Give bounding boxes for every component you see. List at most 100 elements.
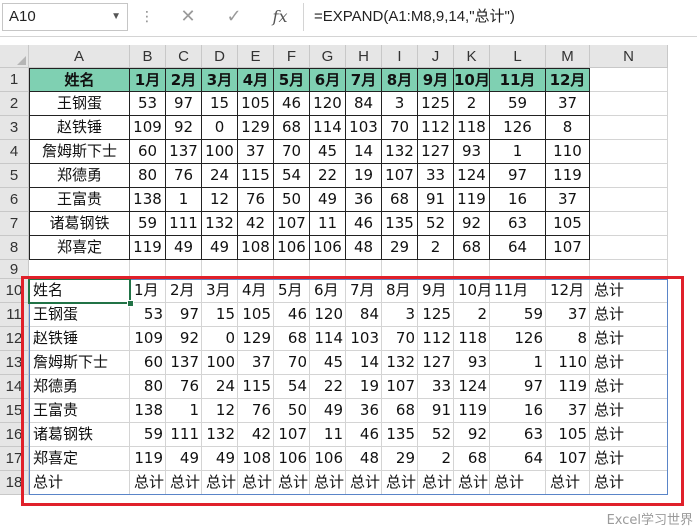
row-header-16[interactable]: 16 xyxy=(0,423,29,447)
spill-cell[interactable]: 12月 xyxy=(546,279,590,303)
grid-cell[interactable] xyxy=(590,188,668,212)
spill-cell[interactable]: 93 xyxy=(454,351,490,375)
spill-cell[interactable]: 129 xyxy=(238,327,274,351)
formula-input[interactable]: =EXPAND(A1:M8,9,14,"总计") xyxy=(303,3,697,31)
row-header-1[interactable]: 1 xyxy=(0,68,29,92)
table-cell[interactable]: 132 xyxy=(202,212,238,236)
select-all-corner[interactable] xyxy=(0,45,29,68)
table-cell[interactable]: 119 xyxy=(454,188,490,212)
spill-cell[interactable]: 12 xyxy=(202,399,238,423)
grid-cell[interactable] xyxy=(130,260,166,279)
column-header-d[interactable]: D xyxy=(202,45,238,68)
table-cell[interactable]: 127 xyxy=(418,140,454,164)
spill-cell[interactable]: 42 xyxy=(238,423,274,447)
row-header-18[interactable]: 18 xyxy=(0,471,29,495)
cancel-icon[interactable]: ✕ xyxy=(176,6,200,28)
table-cell[interactable]: 111 xyxy=(166,212,202,236)
grid-cell[interactable] xyxy=(590,212,668,236)
grid-cell[interactable] xyxy=(274,260,310,279)
spill-cell[interactable]: 詹姆斯下士 xyxy=(29,351,130,375)
table-cell[interactable]: 107 xyxy=(274,212,310,236)
spill-cell[interactable]: 120 xyxy=(310,303,346,327)
spill-cell[interactable]: 48 xyxy=(346,447,382,471)
row-header-9[interactable]: 9 xyxy=(0,260,29,279)
table-cell[interactable]: 52 xyxy=(418,212,454,236)
table-cell[interactable]: 80 xyxy=(130,164,166,188)
table-cell[interactable]: 93 xyxy=(454,140,490,164)
table-cell[interactable]: 19 xyxy=(346,164,382,188)
spill-cell[interactable]: 107 xyxy=(382,375,418,399)
grid-cell[interactable] xyxy=(166,260,202,279)
spill-cell[interactable]: 118 xyxy=(454,327,490,351)
column-header-m[interactable]: M xyxy=(546,45,590,68)
table-cell[interactable]: 115 xyxy=(238,164,274,188)
table-cell[interactable]: 45 xyxy=(310,140,346,164)
table-cell[interactable]: 37 xyxy=(546,188,590,212)
table-cell[interactable]: 49 xyxy=(202,236,238,260)
table-cell[interactable]: 1 xyxy=(166,188,202,212)
table-cell[interactable]: 1 xyxy=(490,140,546,164)
table-cell[interactable]: 106 xyxy=(310,236,346,260)
row-header-14[interactable]: 14 xyxy=(0,375,29,399)
spill-cell[interactable]: 109 xyxy=(130,327,166,351)
grid-cell[interactable] xyxy=(590,236,668,260)
table-cell[interactable]: 郑德勇 xyxy=(29,164,130,188)
table-cell[interactable]: 12 xyxy=(202,188,238,212)
row-header-15[interactable]: 15 xyxy=(0,399,29,423)
spill-cell[interactable]: 92 xyxy=(166,327,202,351)
table-cell[interactable]: 11 xyxy=(310,212,346,236)
spill-cell[interactable]: 诸葛钢铁 xyxy=(29,423,130,447)
spill-cell[interactable]: 总计 xyxy=(590,375,668,399)
table-cell[interactable]: 50 xyxy=(274,188,310,212)
table-cell[interactable]: 王富贵 xyxy=(29,188,130,212)
spill-cell[interactable]: 7月 xyxy=(346,279,382,303)
spill-cell[interactable]: 8 xyxy=(546,327,590,351)
table-cell[interactable]: 103 xyxy=(346,116,382,140)
table-cell[interactable]: 112 xyxy=(418,116,454,140)
spill-cell[interactable]: 70 xyxy=(382,327,418,351)
spill-cell[interactable]: 53 xyxy=(130,303,166,327)
header-cell[interactable]: 11月 xyxy=(490,68,546,92)
spill-cell[interactable]: 总计 xyxy=(346,471,382,495)
table-cell[interactable]: 119 xyxy=(546,164,590,188)
spill-cell[interactable]: 1 xyxy=(490,351,546,375)
spill-cell[interactable]: 总计 xyxy=(310,471,346,495)
spill-cell[interactable]: 2 xyxy=(454,303,490,327)
grid-cell[interactable] xyxy=(590,116,668,140)
grid-cell[interactable] xyxy=(490,260,546,279)
table-cell[interactable]: 37 xyxy=(238,140,274,164)
table-cell[interactable]: 16 xyxy=(490,188,546,212)
table-cell[interactable]: 诸葛钢铁 xyxy=(29,212,130,236)
table-cell[interactable]: 37 xyxy=(546,92,590,116)
spill-cell[interactable]: 1 xyxy=(166,399,202,423)
table-cell[interactable]: 68 xyxy=(274,116,310,140)
spill-cell[interactable]: 49 xyxy=(202,447,238,471)
spill-cell[interactable]: 60 xyxy=(130,351,166,375)
grid-cell[interactable] xyxy=(346,260,382,279)
spill-cell[interactable]: 14 xyxy=(346,351,382,375)
table-cell[interactable]: 68 xyxy=(454,236,490,260)
table-cell[interactable]: 91 xyxy=(418,188,454,212)
enter-icon[interactable]: ✓ xyxy=(222,6,246,28)
spill-cell[interactable]: 5月 xyxy=(274,279,310,303)
table-cell[interactable]: 114 xyxy=(310,116,346,140)
grid-cell[interactable] xyxy=(418,260,454,279)
spill-cell[interactable]: 总计 xyxy=(590,423,668,447)
column-header-f[interactable]: F xyxy=(274,45,310,68)
spill-cell[interactable]: 84 xyxy=(346,303,382,327)
table-cell[interactable]: 106 xyxy=(274,236,310,260)
table-cell[interactable]: 124 xyxy=(454,164,490,188)
table-cell[interactable]: 王钢蛋 xyxy=(29,92,130,116)
spill-cell[interactable]: 46 xyxy=(274,303,310,327)
table-cell[interactable]: 70 xyxy=(274,140,310,164)
spill-cell[interactable]: 总计 xyxy=(546,471,590,495)
table-cell[interactable]: 46 xyxy=(346,212,382,236)
table-cell[interactable]: 84 xyxy=(346,92,382,116)
column-header-c[interactable]: C xyxy=(166,45,202,68)
table-cell[interactable]: 107 xyxy=(546,236,590,260)
table-cell[interactable]: 120 xyxy=(310,92,346,116)
table-cell[interactable]: 135 xyxy=(382,212,418,236)
grid-cell[interactable] xyxy=(454,260,490,279)
table-cell[interactable]: 109 xyxy=(130,116,166,140)
spill-cell[interactable]: 132 xyxy=(382,351,418,375)
